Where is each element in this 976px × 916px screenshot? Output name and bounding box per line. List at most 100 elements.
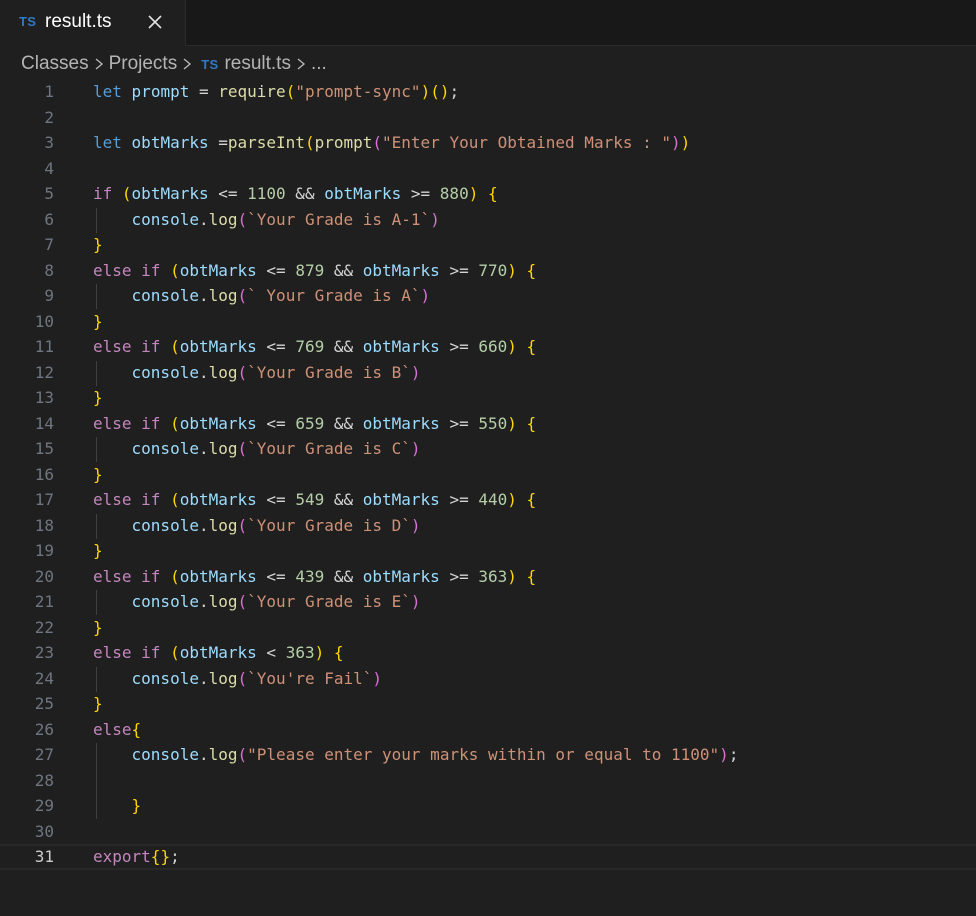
code-token: if — [141, 490, 161, 509]
code-text: } — [93, 691, 103, 717]
code-line[interactable]: 6 console.log(`Your Grade is A-1`) — [0, 207, 976, 233]
code-token: if — [141, 337, 161, 356]
code-text: } — [93, 232, 103, 258]
code-line[interactable]: 20 else if (obtMarks <= 439 && obtMarks >… — [0, 564, 976, 590]
code-token: ( — [237, 286, 248, 305]
code-token: 769 — [295, 337, 325, 356]
code-line[interactable]: 26 else{ — [0, 717, 976, 743]
code-line[interactable]: 18 console.log(`Your Grade is D`) — [0, 513, 976, 539]
code-line[interactable]: 8 else if (obtMarks <= 879 && obtMarks >=… — [0, 258, 976, 284]
code-token: ) — [410, 362, 421, 382]
tab-title: result.ts — [45, 11, 112, 32]
code-token: log — [208, 745, 238, 764]
code-token: ) — [314, 643, 325, 662]
editor-tab-result-ts[interactable]: TS result.ts — [0, 0, 186, 46]
code-text: else if (obtMarks <= 879 && obtMarks >= … — [93, 258, 536, 284]
code-text: export{}; — [93, 846, 180, 868]
code-text: else if (obtMarks <= 769 && obtMarks >= … — [93, 334, 536, 360]
code-token: obtMarks — [179, 490, 257, 509]
code-line[interactable]: 10} — [0, 309, 976, 335]
code-text: else if (obtMarks <= 549 && obtMarks >= … — [93, 487, 536, 513]
code-token: ( — [237, 362, 248, 382]
code-token: >= — [439, 566, 479, 586]
code-text: console.log("Please enter your marks wit… — [93, 742, 739, 768]
code-text: console.log(` Your Grade is A`) — [93, 283, 431, 309]
code-line[interactable]: 3 let obtMarks =parseInt(prompt("Enter Yo… — [0, 130, 976, 156]
code-line[interactable]: 28 — [0, 768, 976, 794]
breadcrumb-item-projects[interactable]: Projects — [109, 53, 178, 75]
code-line[interactable]: 25} — [0, 691, 976, 717]
code-token: && — [285, 184, 325, 203]
code-line[interactable]: 24 console.log(`You're Fail`) — [0, 666, 976, 692]
code-token: obtMarks — [362, 413, 440, 433]
code-token: else — [93, 719, 132, 739]
code-token: . — [198, 362, 209, 382]
code-token: console — [131, 515, 199, 535]
line-number: 11 — [34, 337, 54, 356]
code-token: console — [131, 592, 199, 611]
line-number: 5 — [44, 184, 54, 203]
code-line[interactable]: 21 console.log(`Your Grade is E`) — [0, 589, 976, 615]
code-token: = — [189, 82, 219, 101]
breadcrumb-item-file[interactable]: result.ts — [224, 53, 291, 75]
code-token: log — [208, 515, 238, 535]
close-icon[interactable] — [144, 11, 166, 33]
code-token: ) — [671, 133, 681, 152]
code-line[interactable]: 11 else if (obtMarks <= 769 && obtMarks >… — [0, 334, 976, 360]
code-token: if — [141, 566, 161, 586]
code-token: ) — [507, 413, 517, 433]
code-text: console.log(`Your Grade is E`) — [93, 589, 421, 615]
line-number: 20 — [34, 566, 54, 586]
code-line[interactable]: 14 else if (obtMarks <= 659 && obtMarks >… — [0, 411, 976, 437]
code-token: obtMarks — [179, 413, 257, 433]
code-line[interactable]: 31 export{}; — [0, 844, 976, 870]
code-line[interactable]: 12 console.log(`Your Grade is B`) — [0, 360, 976, 386]
code-text: console.log(`You're Fail`) — [93, 666, 383, 692]
code-line[interactable]: 17 else if (obtMarks <= 549 && obtMarks >… — [0, 487, 976, 513]
code-token: ( — [430, 82, 440, 101]
code-token: ( — [170, 260, 180, 280]
code-line[interactable]: 13} — [0, 385, 976, 411]
code-line[interactable]: 1 let prompt = require("prompt-sync")(); — [0, 79, 976, 105]
code-line[interactable]: 29 } — [0, 793, 976, 819]
code-line[interactable]: 2 — [0, 105, 976, 131]
code-line[interactable]: 4 — [0, 156, 976, 182]
code-editor[interactable]: 1 let prompt = require("prompt-sync")(); 2… — [0, 80, 976, 916]
code-token: let — [93, 82, 122, 101]
code-line[interactable]: 23 else if (obtMarks < 363) { — [0, 640, 976, 666]
code-token: { — [333, 643, 344, 662]
code-token: ( — [237, 745, 248, 764]
code-token: ) — [430, 209, 440, 229]
line-number: 27 — [34, 745, 54, 764]
breadcrumb-item-symbols[interactable]: ... — [311, 53, 327, 75]
code-token: `Your Grade is E` — [247, 592, 411, 611]
code-line[interactable]: 19} — [0, 538, 976, 564]
code-line[interactable]: 15 console.log(`Your Grade is C`) — [0, 436, 976, 462]
code-line[interactable]: 16} — [0, 462, 976, 488]
breadcrumb: Classes Projects TS result.ts ... — [0, 47, 976, 81]
code-token: 363 — [478, 566, 508, 586]
typescript-file-icon: TS — [201, 56, 219, 72]
code-line[interactable]: 30 — [0, 819, 976, 845]
code-line[interactable]: 7} — [0, 232, 976, 258]
code-line[interactable]: 9 console.log(` Your Grade is A`) — [0, 283, 976, 309]
code-token: else — [93, 260, 132, 280]
code-token: else — [93, 490, 132, 509]
code-line[interactable]: 22} — [0, 615, 976, 641]
code-token: ( — [170, 490, 180, 509]
code-token: . — [198, 668, 209, 688]
code-line[interactable]: 5 if (obtMarks <= 1100 && obtMarks >= 880… — [0, 181, 976, 207]
breadcrumb-item-classes[interactable]: Classes — [21, 53, 89, 75]
code-token: ( — [170, 337, 180, 356]
code-line[interactable]: 27 console.log("Please enter your marks … — [0, 742, 976, 768]
